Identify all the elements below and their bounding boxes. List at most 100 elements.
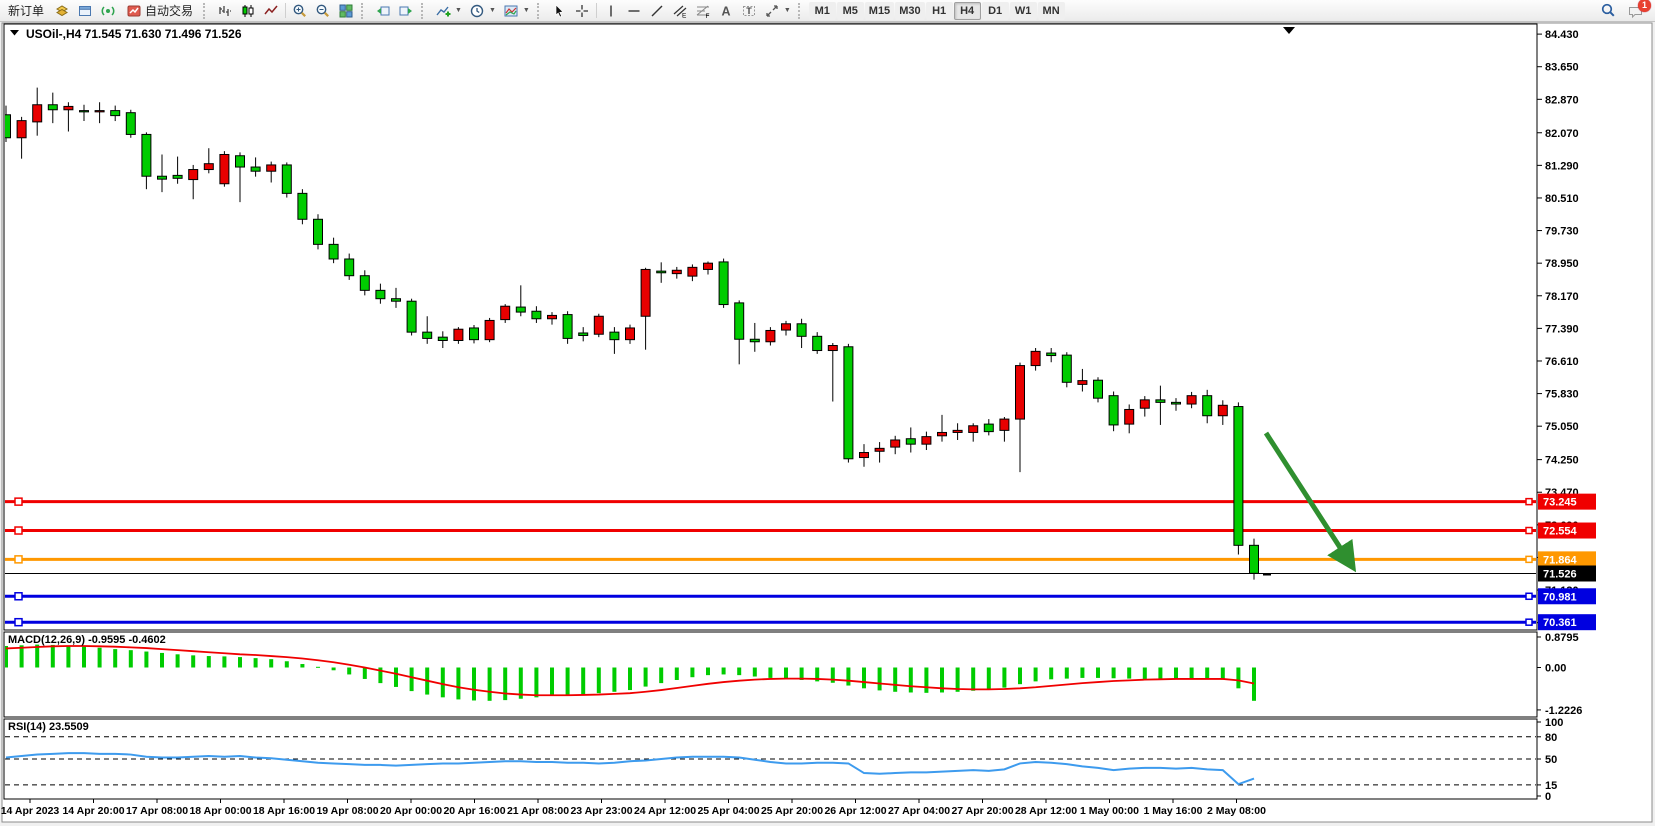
zoom-in-icon <box>292 3 308 19</box>
text-label-button[interactable]: T <box>738 1 760 20</box>
chevron-down-icon: ▼ <box>523 7 530 14</box>
svg-text:79.730: 79.730 <box>1545 226 1579 238</box>
vertical-line-icon <box>603 3 619 19</box>
chart-title: USOil-,H4 71.545 71.630 71.496 71.526 <box>26 27 242 41</box>
text-button[interactable]: A <box>715 1 737 20</box>
layers-icon <box>54 3 70 19</box>
fibonacci-button[interactable]: F <box>692 1 714 20</box>
templates-icon <box>503 3 519 19</box>
bars-chart-icon <box>217 3 233 19</box>
notifications-button[interactable]: 1 <box>1624 1 1647 20</box>
rsi-label: RSI(14) 23.5509 <box>8 721 89 733</box>
candlestick-chart-button[interactable] <box>237 1 259 20</box>
bars-chart-button[interactable] <box>214 1 236 20</box>
equidistant-channel-button[interactable]: E <box>669 1 691 20</box>
text-label-icon: T <box>741 3 757 19</box>
timeframe-m15-button[interactable]: M15 <box>865 2 894 20</box>
timeframe-group: M1M5M15M30H1H4D1W1MN <box>809 2 1065 20</box>
zoom-in-button[interactable] <box>289 1 311 20</box>
horizontal-line-button[interactable] <box>623 1 645 20</box>
svg-text:27 Apr 04:00: 27 Apr 04:00 <box>888 805 950 817</box>
text-icon: A <box>718 3 734 19</box>
arrow-objects-button[interactable]: ▼ <box>761 1 794 20</box>
trendline-icon <box>649 3 665 19</box>
add-indicator-button[interactable]: ▼ <box>432 1 465 20</box>
layers-button[interactable] <box>51 1 73 20</box>
line-chart-button[interactable] <box>260 1 282 20</box>
timeframe-d1-button[interactable]: D1 <box>982 2 1009 20</box>
new-order-label: 新订单 <box>8 2 44 19</box>
svg-text:82.870: 82.870 <box>1545 94 1579 106</box>
svg-text:26 Apr 12:00: 26 Apr 12:00 <box>824 805 886 817</box>
toolbar-separator <box>596 3 597 18</box>
macd-label: MACD(12,26,9) -0.9595 -0.4602 <box>8 634 166 646</box>
timeframe-m1-button[interactable]: M1 <box>809 2 836 20</box>
chevron-down-icon: ▼ <box>455 7 462 14</box>
toolbar-grip <box>361 3 368 19</box>
data-window-button[interactable] <box>74 1 96 20</box>
notification-badge: 1 <box>1638 0 1651 12</box>
svg-text:77.390: 77.390 <box>1545 323 1579 335</box>
svg-text:1 May 16:00: 1 May 16:00 <box>1144 805 1203 817</box>
crosshair-button[interactable] <box>571 1 593 20</box>
timeframe-m5-button[interactable]: M5 <box>837 2 864 20</box>
svg-text:25 Apr 04:00: 25 Apr 04:00 <box>697 805 759 817</box>
signals-button[interactable] <box>97 1 119 20</box>
chevron-down-icon: ▼ <box>784 7 791 14</box>
autotrading-button[interactable]: 自动交易 <box>120 1 199 20</box>
new-order-button[interactable]: 新订单 <box>2 1 50 20</box>
timeframe-mn-button[interactable]: MN <box>1038 2 1065 20</box>
svg-text:1 May 00:00: 1 May 00:00 <box>1080 805 1139 817</box>
trendline-button[interactable] <box>646 1 668 20</box>
timeframe-h4-button[interactable]: H4 <box>954 2 981 20</box>
svg-text:74.250: 74.250 <box>1545 455 1579 467</box>
svg-text:71.864: 71.864 <box>1543 554 1578 566</box>
svg-text:76.610: 76.610 <box>1545 356 1579 368</box>
toolbar-grip <box>798 3 805 19</box>
svg-text:83.650: 83.650 <box>1545 62 1579 74</box>
profile-forward-button[interactable] <box>395 1 417 20</box>
autotrading-icon <box>126 3 142 19</box>
chart-window[interactable]: 84.43083.65082.87082.07081.29080.51079.7… <box>0 22 1655 826</box>
data-window-icon <box>77 3 93 19</box>
periods-button[interactable]: ▼ <box>466 1 499 20</box>
svg-text:0.00: 0.00 <box>1545 663 1566 675</box>
svg-text:28 Apr 12:00: 28 Apr 12:00 <box>1015 805 1077 817</box>
search-button[interactable] <box>1597 1 1620 20</box>
toolbar: 新订单 自动交易 ▼ ▼ ▼ E F A T ▼ M1M5M15M30H1H4D… <box>0 0 1655 22</box>
svg-text:71.526: 71.526 <box>1543 568 1577 580</box>
tile-windows-button[interactable] <box>335 1 357 20</box>
svg-text:50: 50 <box>1545 754 1557 766</box>
crosshair-icon <box>574 3 590 19</box>
cursor-icon <box>551 3 567 19</box>
svg-text:23 Apr 23:00: 23 Apr 23:00 <box>570 805 632 817</box>
timeframe-w1-button[interactable]: W1 <box>1010 2 1037 20</box>
vertical-line-button[interactable] <box>600 1 622 20</box>
signal-icon <box>100 3 116 19</box>
horizontal-line-icon <box>626 3 642 19</box>
svg-text:72.554: 72.554 <box>1543 526 1578 538</box>
svg-text:75.050: 75.050 <box>1545 421 1579 433</box>
autotrading-label: 自动交易 <box>145 2 193 19</box>
svg-text:82.070: 82.070 <box>1545 128 1579 140</box>
svg-text:18 Apr 00:00: 18 Apr 00:00 <box>189 805 251 817</box>
cursor-button[interactable] <box>548 1 570 20</box>
fibonacci-icon: F <box>695 3 711 19</box>
profile-forward-icon <box>398 3 414 19</box>
zoom-out-button[interactable] <box>312 1 334 20</box>
svg-text:20 Apr 16:00: 20 Apr 16:00 <box>443 805 505 817</box>
chart-surface[interactable] <box>4 24 1537 630</box>
svg-text:100: 100 <box>1545 717 1563 729</box>
svg-text:17 Apr 08:00: 17 Apr 08:00 <box>126 805 188 817</box>
toolbar-grip <box>421 3 428 19</box>
equidistant-channel-icon: E <box>672 3 688 19</box>
svg-text:18 Apr 16:00: 18 Apr 16:00 <box>253 805 315 817</box>
templates-button[interactable]: ▼ <box>500 1 533 20</box>
timeframe-m30-button[interactable]: M30 <box>895 2 924 20</box>
profile-back-button[interactable] <box>372 1 394 20</box>
svg-text:75.830: 75.830 <box>1545 389 1579 401</box>
svg-text:80.510: 80.510 <box>1545 193 1579 205</box>
zoom-out-icon <box>315 3 331 19</box>
svg-text:70.981: 70.981 <box>1543 591 1577 603</box>
timeframe-h1-button[interactable]: H1 <box>926 2 953 20</box>
